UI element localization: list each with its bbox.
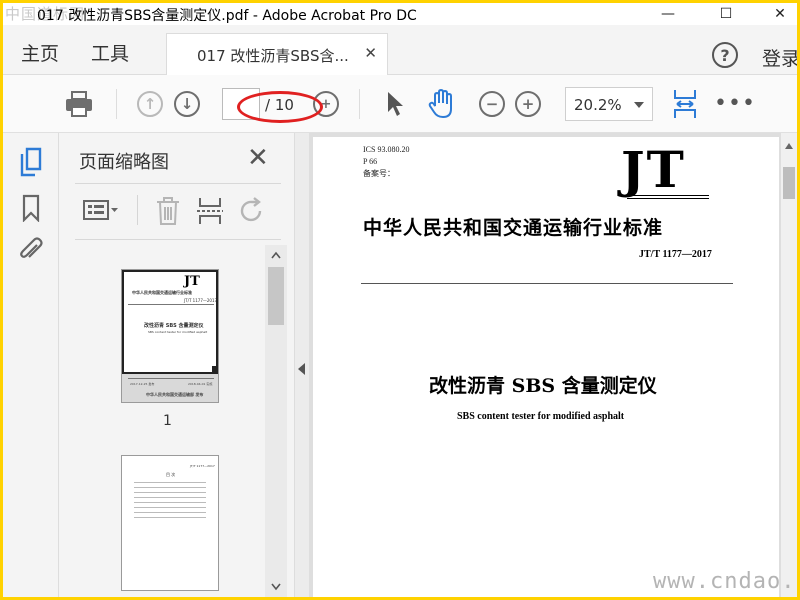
close-icon: ✕ [774,6,786,22]
toolbar-divider [116,89,117,119]
trash-icon[interactable] [153,195,183,227]
page-thumbnails-icon[interactable] [17,147,45,177]
red-annotation-oval [237,91,323,123]
scroll-thumb[interactable] [268,267,284,325]
maximize-button[interactable]: ☐ [709,3,743,25]
title-bar: 中国道标网 017 改性沥青SBS含量测定仪.pdf - Adobe Acrob… [3,3,797,25]
viewport-indicator[interactable] [122,270,218,374]
panel-close-icon[interactable]: ✕ [247,143,269,173]
standard-title: 中华人民共和国交通运输行业标准 [363,217,664,239]
zoom-select[interactable]: 20.2% [565,87,653,121]
scroll-down-icon[interactable] [271,583,281,591]
thumbnails-panel: 页面缩略图 ✕ JT 中华人民共和国交通运输行业标准 JT/T 1177—201… [59,133,295,597]
bookmark-icon[interactable] [19,193,43,223]
extract-pages-icon[interactable] [195,195,225,227]
document-tab[interactable]: 017 改性沥青SBS含... ✕ [166,33,388,75]
ics-code: ICS 93.080.20 [363,145,410,154]
jt-logo: JT [621,140,686,199]
close-window-button[interactable]: ✕ [763,3,797,25]
pane-collapse-handle[interactable] [295,133,309,597]
hand-tool-icon[interactable] [425,87,459,121]
chevron-down-icon [634,102,644,108]
panel-title: 页面缩略图 [79,152,169,173]
document-tab-label: 017 改性沥青SBS含... [197,47,349,65]
login-button[interactable]: 登录 [762,44,797,71]
rotate-icon[interactable] [237,195,267,227]
toc-line [134,512,206,513]
print-icon[interactable] [63,89,95,119]
toc-line [134,502,206,503]
scroll-up-icon[interactable] [785,143,793,149]
thumbnail-options-icon[interactable] [81,195,121,225]
scroll-up-icon[interactable] [271,251,281,259]
maximize-icon: ☐ [719,6,733,22]
document-scrollbar[interactable] [781,133,797,597]
zoom-value: 20.2% [574,96,622,114]
next-page-icon[interactable]: ↓ [174,91,200,117]
toolbar-divider [359,89,360,119]
chevron-left-icon [298,363,305,375]
select-cursor-icon[interactable] [383,89,407,119]
toc-line [134,507,206,508]
page-thumbnail-1[interactable]: JT 中华人民共和国交通运输行业标准 JT/T 1177—2017 改性沥青 S… [121,269,219,403]
window-title: 017 改性沥青SBS含量测定仪.pdf - Adobe Acrobat Pro… [37,8,417,24]
toc-line [134,482,206,483]
document-english-title: SBS content tester for modified asphalt [457,411,625,422]
toolbar-divider [137,195,138,225]
filing-number: 备案号： [363,169,395,178]
thumbnail-scrollbar[interactable] [265,245,287,597]
previous-page-icon[interactable]: ↑ [137,91,163,117]
panel-divider [75,239,281,240]
help-icon[interactable]: ? [712,42,738,68]
document-page: ICS 93.080.20 P 66 备案号： JT 中华人民共和国交通运输行业… [313,137,779,597]
document-rule [361,283,733,284]
home-tab[interactable]: 主页 [21,39,59,66]
more-options-icon[interactable]: ••• [714,91,755,116]
panel-divider [75,183,281,184]
thumbnail-page-number: 1 [163,413,172,429]
jt-logo-underline [627,195,709,199]
main-toolbar: ↑ ↓ / 10 + − + 20.2% ••• [3,75,797,133]
zoom-in-icon[interactable]: + [515,91,541,117]
zoom-out-icon[interactable]: − [479,91,505,117]
page-thumbnail-2[interactable]: JT/T 1177—2017 目 次 [121,455,219,591]
tools-tab[interactable]: 工具 [91,39,129,66]
viewport-resize-handle[interactable] [212,366,218,372]
site-watermark-bottom: www.cndao.com [653,569,797,594]
toc-line [134,492,206,493]
minimize-icon: — [661,6,675,22]
fit-width-icon[interactable] [671,87,699,121]
scroll-thumb[interactable] [783,167,795,199]
thumbnail-shade [122,374,218,402]
document-chinese-title: 改性沥青 SBS 含量测定仪 [429,375,657,397]
acrobat-window: 中国道标网 017 改性沥青SBS含量测定仪.pdf - Adobe Acrob… [3,3,797,597]
standard-number: JT/T 1177—2017 [639,249,712,260]
p-code: P 66 [363,157,378,166]
tab-bar: 主页 工具 017 改性沥青SBS含... ✕ ? 登录 [3,25,797,75]
toc-line [134,497,206,498]
thumbnail-header: JT/T 1177—2017 [190,464,215,468]
minimize-button[interactable]: — [651,3,685,25]
toc-line [134,517,206,518]
thumbnail-toc-title: 目 次 [166,472,176,477]
tab-close-icon[interactable]: ✕ [364,44,377,62]
toc-line [134,487,206,488]
attachment-icon[interactable] [17,235,45,265]
navigation-pane [3,133,59,597]
document-view: ICS 93.080.20 P 66 备案号： JT 中华人民共和国交通运输行业… [309,133,797,597]
